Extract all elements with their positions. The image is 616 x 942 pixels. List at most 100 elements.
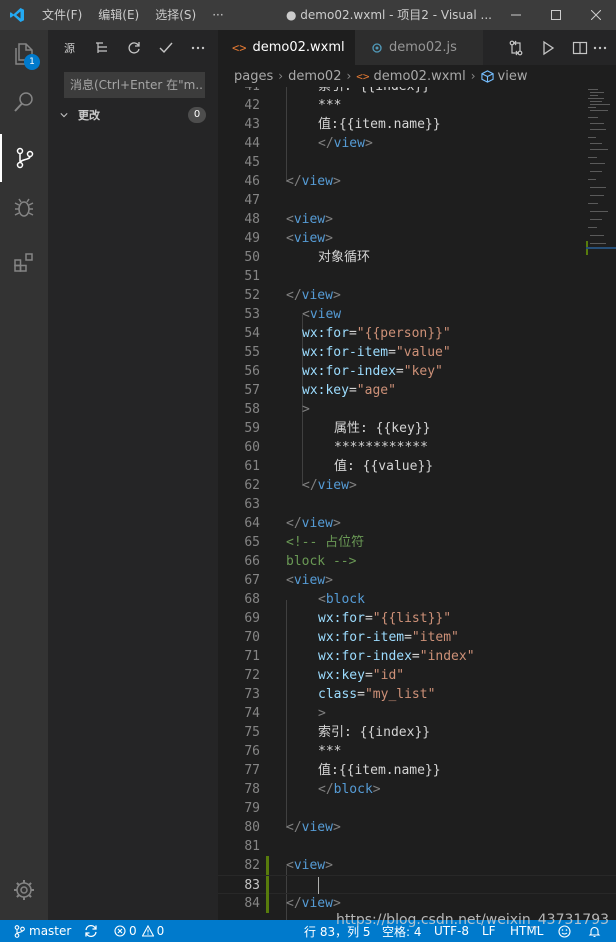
tab-demo02-js[interactable]: demo02.js [355, 30, 483, 65]
line-number: 58 [244, 402, 260, 417]
breadcrumb-item[interactable]: view [498, 69, 528, 84]
code-token: < [286, 212, 294, 227]
code-line[interactable]: 62 </view> [218, 476, 616, 495]
vscode-logo-icon [0, 0, 34, 30]
run-button[interactable] [532, 30, 564, 65]
code-line[interactable]: 49 <view> [218, 229, 616, 248]
code-token: block [333, 782, 373, 797]
code-line[interactable]: 66 block --> [218, 552, 616, 571]
code-token: 索引: {{index}} [318, 87, 430, 94]
code-line[interactable]: 79 [218, 799, 616, 818]
code-line[interactable]: 56 wx:for-index="key" [218, 362, 616, 381]
code-line[interactable]: 52 </view> [218, 286, 616, 305]
code-line[interactable]: 72 wx:key="id" [218, 666, 616, 685]
code-line[interactable]: 55 wx:for-item="value" [218, 343, 616, 362]
code-line[interactable]: 76 *** [218, 742, 616, 761]
maximize-button[interactable] [536, 0, 576, 30]
code-line[interactable]: 57 wx:key="age" [218, 381, 616, 400]
code-line[interactable]: 51 [218, 267, 616, 286]
code-token: 索引: {{index}} [318, 725, 431, 740]
code-line[interactable]: 83 [218, 875, 616, 895]
code-token: 值: {{value}} [334, 459, 434, 474]
menu-item[interactable]: 编辑(E) [90, 0, 147, 30]
more-actions-button[interactable] [182, 30, 214, 65]
code-line[interactable]: 47 [218, 191, 616, 210]
menu-item[interactable]: 文件(F) [34, 0, 90, 30]
code-line[interactable]: 44 </view> [218, 134, 616, 153]
breadcrumb-item[interactable]: pages [234, 69, 273, 84]
debug-button[interactable] [0, 184, 48, 232]
code-line[interactable]: 81 [218, 837, 616, 856]
activity-bar: 1 [0, 30, 48, 920]
code-token: > [372, 782, 381, 797]
code-line[interactable]: 77 值:{{item.name}} [218, 761, 616, 780]
code-text: wx:for-item="value" [302, 343, 451, 362]
breadcrumb-item[interactable]: demo02 [288, 69, 341, 84]
code-line[interactable]: 60 ************ [218, 438, 616, 457]
sync-button[interactable] [84, 920, 98, 942]
code-line[interactable]: 73 class="my_list" [218, 685, 616, 704]
code-line[interactable]: 50 对象循环 [218, 248, 616, 267]
code-line[interactable]: 75 索引: {{index}} [218, 723, 616, 742]
changes-section-header[interactable]: 更改 0 [48, 104, 218, 126]
added-line-marker[interactable] [266, 894, 269, 913]
code-token: > [325, 231, 333, 246]
breadcrumb-item[interactable]: demo02.wxml [374, 69, 466, 84]
code-line[interactable]: 59 属性: {{key}} [218, 419, 616, 438]
line-number: 77 [244, 763, 260, 778]
code-line[interactable]: 48 <view> [218, 210, 616, 229]
code-line[interactable]: 82 <view> [218, 856, 616, 875]
code-token: "{{person}}" [356, 326, 451, 341]
code-line[interactable]: 80 </view> [218, 818, 616, 837]
refresh-button[interactable] [118, 30, 150, 65]
menu-item[interactable]: 选择(S) [147, 0, 204, 30]
code-token: < [286, 573, 294, 588]
code-line[interactable]: 46 </view> [218, 172, 616, 191]
code-line[interactable]: 64 </view> [218, 514, 616, 533]
code-editor[interactable]: 41 索引: {{index}} 42 *** 43 值:{{item.name}} 44 <… [218, 87, 616, 920]
minimize-button[interactable] [496, 0, 536, 30]
code-line[interactable]: 78 </block> [218, 780, 616, 799]
code-token: 对象循环 [318, 250, 371, 265]
code-line[interactable]: 65 <!-- 占位符 [218, 533, 616, 552]
code-line[interactable]: 61 值: {{value}} [218, 457, 616, 476]
sync-icon [84, 924, 98, 938]
code-token: > [332, 516, 341, 531]
code-text: wx:for="{{list}}" [318, 609, 451, 628]
code-line[interactable]: 70 wx:for-item="item" [218, 628, 616, 647]
code-line[interactable]: 43 值:{{item.name}} [218, 115, 616, 134]
code-line[interactable]: 71 wx:for-index="index" [218, 647, 616, 666]
open-changes-button[interactable] [500, 30, 532, 65]
added-line-marker[interactable] [266, 856, 269, 875]
code-line[interactable]: 45 [218, 153, 616, 172]
explorer-button[interactable]: 1 [0, 30, 48, 78]
tab-demo02-wxml[interactable]: <> demo02.wxml [218, 30, 355, 65]
code-line[interactable]: 53 <view [218, 305, 616, 324]
added-line-marker[interactable] [266, 876, 269, 895]
view-as-tree-button[interactable] [86, 30, 118, 65]
code-line[interactable]: 69 wx:for="{{list}}" [218, 609, 616, 628]
extensions-button[interactable] [0, 238, 48, 286]
commit-button[interactable] [150, 30, 182, 65]
code-text: *** [318, 742, 341, 761]
problems-indicator[interactable]: 0 0 [114, 920, 164, 942]
code-text: 索引: {{index}} [318, 87, 430, 96]
code-line[interactable]: 74 > [218, 704, 616, 723]
commit-message-input[interactable]: 消息(Ctrl+Enter 在"m... [64, 72, 205, 98]
source-control-button[interactable] [0, 134, 48, 182]
search-button[interactable] [0, 78, 48, 126]
code-line[interactable]: 58 > [218, 400, 616, 419]
manage-button[interactable] [0, 866, 48, 914]
editor-more-button[interactable] [584, 30, 616, 65]
close-window-button[interactable] [576, 0, 616, 30]
code-line[interactable]: 54 wx:for="{{person}}" [218, 324, 616, 343]
code-line[interactable]: 84 </view> [218, 894, 616, 913]
code-line[interactable]: 63 [218, 495, 616, 514]
code-line[interactable]: 41 索引: {{index}} [218, 87, 616, 96]
menu-more-button[interactable]: ··· [204, 0, 231, 30]
code-token: = [357, 687, 365, 702]
branch-indicator[interactable]: master [14, 920, 71, 942]
code-line[interactable]: 67 <view> [218, 571, 616, 590]
code-line[interactable]: 42 *** [218, 96, 616, 115]
code-line[interactable]: 68 <block [218, 590, 616, 609]
